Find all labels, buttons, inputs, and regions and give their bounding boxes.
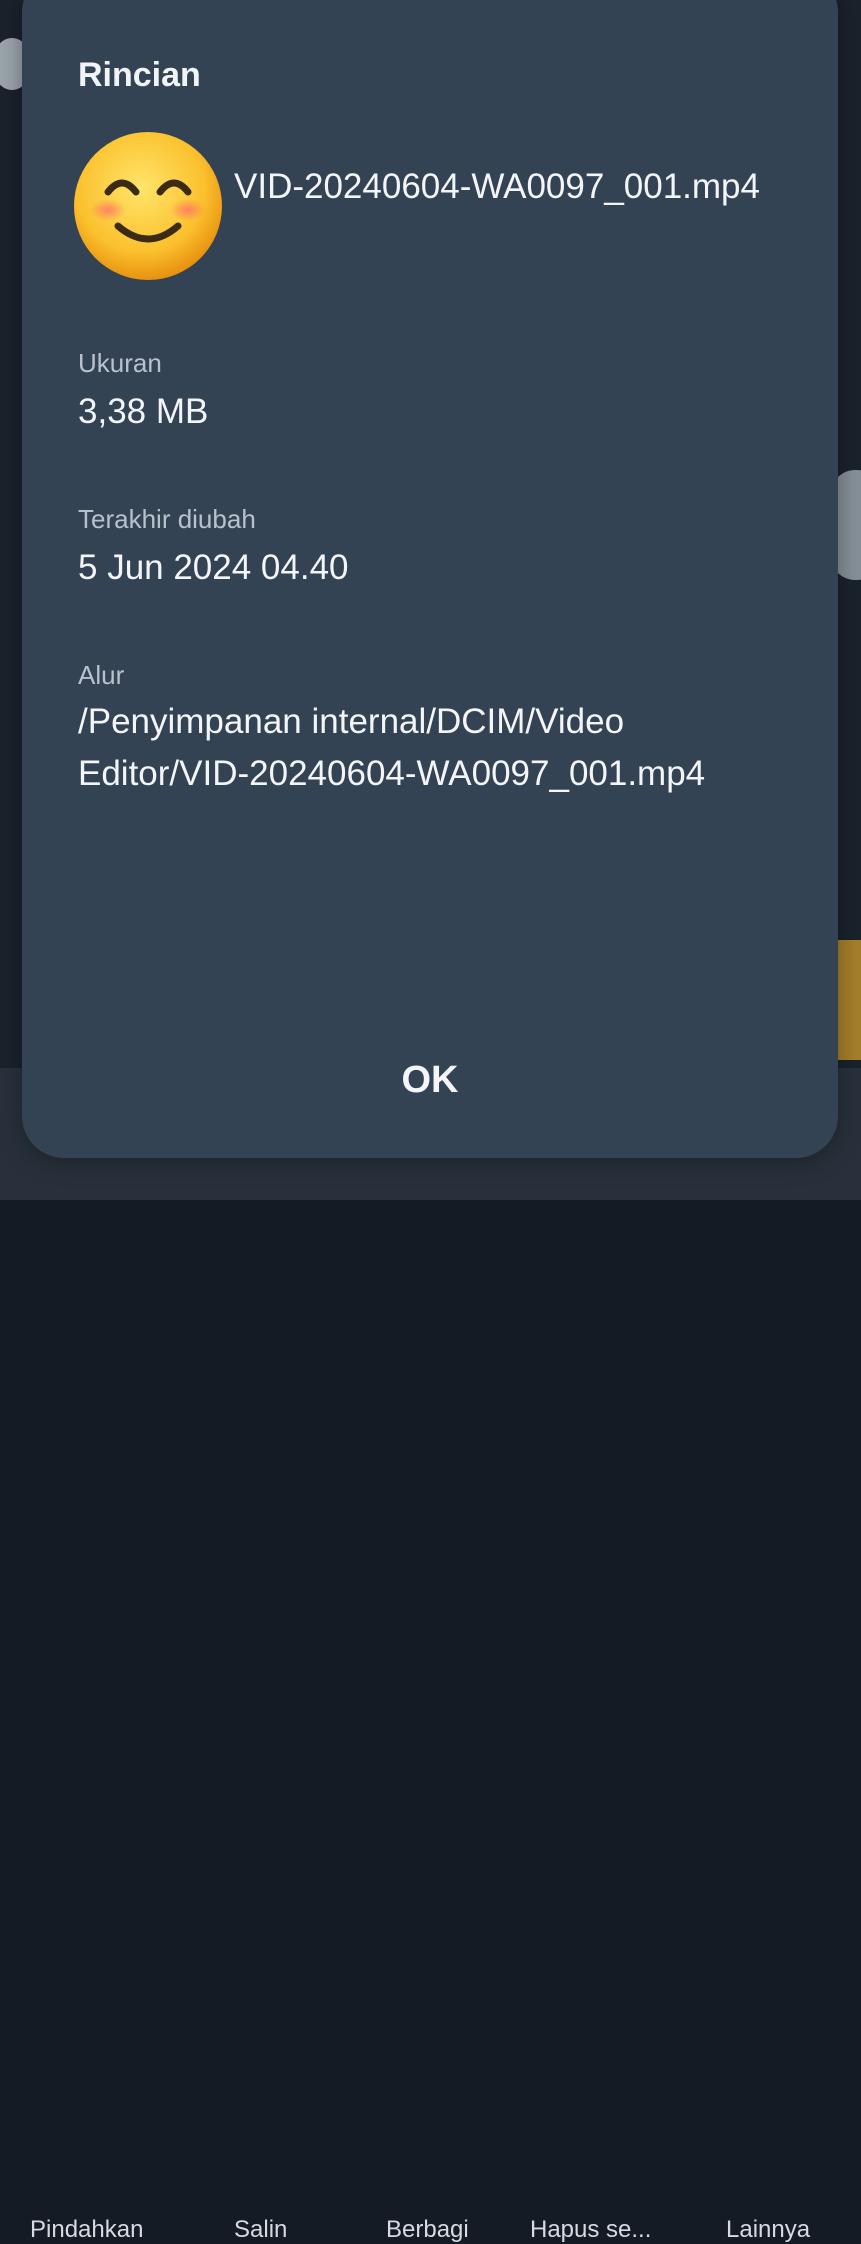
dialog-title: Rincian (78, 56, 201, 94)
toolbar-share-button[interactable]: Berbagi (386, 2216, 469, 2244)
smiling-face-emoji-icon (72, 130, 224, 282)
ok-button[interactable]: OK (330, 1040, 530, 1120)
toolbar-move-button[interactable]: Pindahkan (30, 2216, 143, 2244)
modified-value: 5 Jun 2024 04.40 (78, 548, 349, 587)
toolbar-copy-button[interactable]: Salin (234, 2216, 287, 2244)
modified-label: Terakhir diubah (78, 504, 256, 534)
path-label: Alur (78, 660, 125, 690)
details-dialog: Rincian VID-20240604-WA0097_001.mp4 Ukur… (22, 0, 838, 1158)
size-label: Ukuran (78, 348, 162, 378)
toolbar-more-button[interactable]: Lainnya (726, 2216, 810, 2244)
size-value: 3,38 MB (78, 392, 209, 431)
path-value: /Penyimpanan internal/DCIM/Video Editor/… (78, 702, 706, 793)
file-name: VID-20240604-WA0097_001.mp4 (234, 167, 760, 206)
toolbar-delete-button[interactable]: Hapus se... (530, 2216, 651, 2244)
